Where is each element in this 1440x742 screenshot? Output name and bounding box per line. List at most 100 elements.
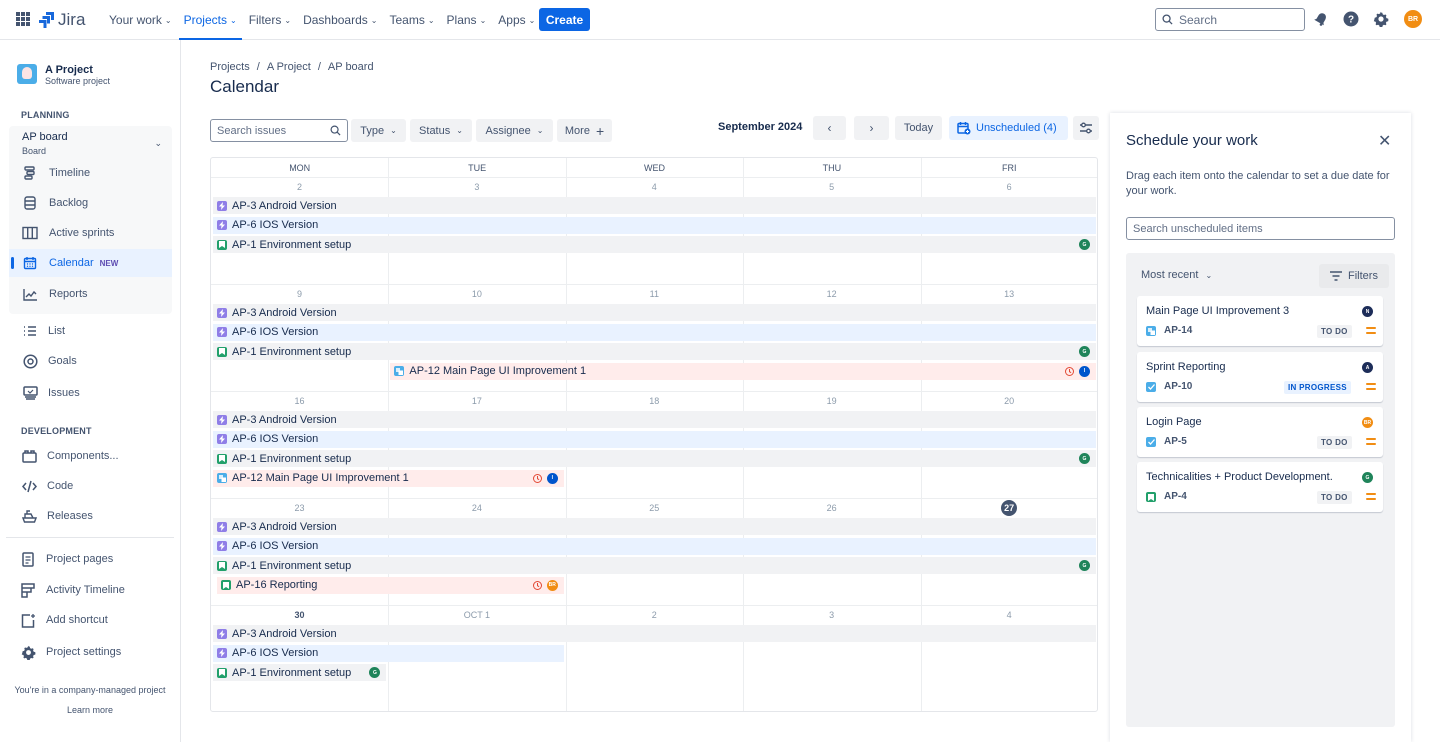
day-number[interactable]: 24 [388, 499, 565, 517]
unscheduled-card[interactable]: Main Page UI Improvement 3 AP-14 TO DO N [1137, 296, 1383, 346]
assignee-avatar[interactable]: BR [546, 579, 558, 591]
create-button[interactable]: Create [539, 8, 590, 31]
day-number[interactable]: 10 [388, 285, 565, 303]
calendar-event[interactable]: AP-6 IOS Version [213, 323, 1096, 341]
breadcrumb-board[interactable]: AP board [328, 61, 374, 73]
day-number[interactable]: 3 [743, 606, 920, 624]
unscheduled-button[interactable]: Unscheduled (4) [949, 116, 1068, 140]
nav-dashboards[interactable]: Dashboards ⌄ [298, 0, 382, 40]
type-filter-button[interactable]: Type ⌄ [351, 119, 406, 142]
sidebar-item-code[interactable]: Code [0, 472, 172, 500]
settings-gear-icon[interactable] [1373, 11, 1389, 27]
project-header[interactable]: A Project Software project [17, 64, 110, 86]
sidebar-item-calendar[interactable]: Calendar NEW [9, 249, 172, 277]
day-number[interactable]: 26 [743, 499, 920, 517]
unscheduled-card[interactable]: Sprint Reporting AP-10 IN PROGRESS A [1137, 352, 1383, 402]
more-filters-button[interactable]: More + [557, 119, 612, 142]
day-number[interactable]: 23 [211, 499, 388, 517]
day-number[interactable]: 3 [388, 178, 565, 196]
day-number[interactable]: 5 [743, 178, 920, 196]
assignee-filter-button[interactable]: Assignee ⌄ [476, 119, 553, 142]
day-number[interactable]: 16 [211, 392, 388, 410]
calendar-event[interactable]: AP-12 Main Page UI Improvement 1 I [213, 469, 564, 487]
calendar-event[interactable]: AP-6 IOS Version [213, 644, 564, 662]
day-number[interactable]: 20 [921, 392, 1097, 410]
sidebar-item-timeline[interactable]: Timeline [9, 159, 172, 187]
calendar-event[interactable]: AP-16 Reporting BR [217, 576, 564, 594]
chevron-down-icon[interactable]: ⌄ [154, 138, 162, 149]
sidebar-item-issues[interactable]: Issues [0, 379, 172, 407]
search-issues-input[interactable]: Search issues [210, 119, 348, 142]
day-number[interactable]: 27 [921, 499, 1097, 517]
assignee-avatar[interactable]: A [1362, 362, 1373, 373]
day-number[interactable]: OCT 1 [388, 606, 565, 624]
status-filter-button[interactable]: Status ⌄ [410, 119, 472, 142]
day-number[interactable]: 6 [921, 178, 1097, 196]
notifications-bell-icon[interactable] [1313, 11, 1329, 27]
help-icon[interactable]: ? [1343, 11, 1359, 27]
next-month-button[interactable]: › [854, 116, 889, 140]
assignee-avatar[interactable]: G [369, 667, 381, 678]
calendar-event[interactable]: AP-1 Environment setup G [213, 236, 1096, 253]
sidebar-item-activity-timeline[interactable]: Activity Timeline [0, 576, 172, 604]
calendar-event[interactable]: AP-6 IOS Version [213, 537, 1096, 555]
app-switcher-icon[interactable] [16, 12, 30, 26]
sidebar-item-project-settings[interactable]: Project settings [0, 638, 172, 666]
day-number[interactable]: 19 [743, 392, 920, 410]
nav-apps[interactable]: Apps ⌄ [493, 0, 540, 40]
close-icon[interactable]: ✕ [1378, 131, 1391, 151]
calendar-event[interactable]: AP-1 Environment setup G [213, 557, 1096, 574]
nav-plans[interactable]: Plans ⌄ [442, 0, 492, 40]
day-number[interactable]: 12 [743, 285, 920, 303]
sidebar-item-backlog[interactable]: Backlog [9, 189, 172, 217]
nav-your-work[interactable]: Your work ⌄ [104, 0, 177, 40]
sidebar-item-reports[interactable]: Reports [9, 280, 172, 308]
assignee-avatar[interactable]: G [1079, 453, 1090, 464]
calendar-event[interactable]: AP-6 IOS Version [213, 430, 1096, 448]
day-number[interactable]: 25 [566, 499, 743, 517]
previous-month-button[interactable]: ‹ [813, 116, 846, 140]
day-number[interactable]: 2 [211, 178, 388, 196]
sidebar-item-goals[interactable]: Goals [0, 347, 172, 375]
board-name[interactable]: AP board [22, 131, 68, 143]
calendar-event[interactable]: AP-3 Android Version [213, 518, 1096, 535]
assignee-avatar[interactable]: BR [1362, 417, 1373, 428]
calendar-event[interactable]: AP-12 Main Page UI Improvement 1 I [390, 362, 1096, 380]
view-settings-button[interactable] [1073, 116, 1099, 140]
assignee-avatar[interactable]: G [1079, 560, 1090, 571]
sidebar-item-active-sprints[interactable]: Active sprints [9, 219, 172, 247]
search-unscheduled-input[interactable]: Search unscheduled items [1126, 217, 1395, 240]
learn-more-link[interactable]: Learn more [0, 705, 180, 715]
nav-projects[interactable]: Projects ⌄ [178, 0, 242, 40]
assignee-avatar[interactable]: G [1362, 472, 1373, 483]
day-number[interactable]: 9 [211, 285, 388, 303]
assignee-avatar[interactable]: N [1362, 306, 1373, 317]
calendar-event[interactable]: AP-6 IOS Version [213, 216, 1096, 234]
breadcrumb-project[interactable]: A Project [267, 61, 311, 73]
breadcrumb-projects[interactable]: Projects [210, 61, 250, 73]
nav-teams[interactable]: Teams ⌄ [384, 0, 439, 40]
nav-filters[interactable]: Filters ⌄ [244, 0, 296, 40]
today-button[interactable]: Today [895, 116, 942, 140]
day-number[interactable]: 13 [921, 285, 1097, 303]
assignee-avatar[interactable]: I [546, 472, 558, 484]
sidebar-item-list[interactable]: List [0, 317, 172, 345]
assignee-avatar[interactable]: I [1078, 365, 1090, 377]
calendar-event[interactable]: AP-1 Environment setup G [213, 450, 1096, 467]
sidebar-item-components[interactable]: Components... [0, 442, 172, 470]
day-number[interactable]: 30 [211, 606, 388, 624]
calendar-event[interactable]: AP-3 Android Version [213, 625, 1096, 642]
calendar-event[interactable]: AP-1 Environment setup G [213, 664, 387, 681]
calendar-event[interactable]: AP-1 Environment setup G [213, 343, 1096, 360]
user-avatar[interactable]: BR [1404, 10, 1422, 28]
day-number[interactable]: 11 [566, 285, 743, 303]
unscheduled-card[interactable]: Login Page AP-5 TO DO BR [1137, 407, 1383, 457]
calendar-event[interactable]: AP-3 Android Version [213, 304, 1096, 321]
jira-logo[interactable]: Jira [39, 10, 85, 30]
sidebar-item-releases[interactable]: Releases [0, 502, 172, 530]
global-search-input[interactable]: Search [1155, 8, 1305, 31]
sort-dropdown[interactable]: Most recent ⌄ [1141, 269, 1212, 281]
filters-button[interactable]: Filters [1319, 264, 1389, 288]
assignee-avatar[interactable]: G [1079, 346, 1090, 357]
day-number[interactable]: 4 [921, 606, 1097, 624]
